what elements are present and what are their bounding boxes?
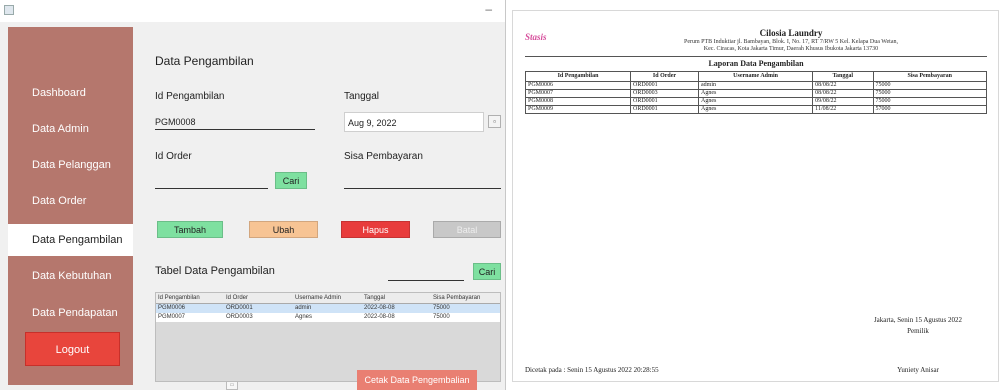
sidebar-item-data-admin[interactable]: Data Admin [8, 113, 133, 145]
app-window: – Dashboard Data Admin Data Pelanggan Da… [0, 0, 506, 390]
report-row: PGM0008 ORD0001 Agnes 09/08/22 75000 [524, 97, 988, 106]
report-table-header: Id Pengambilan Id Order Username Admin T… [524, 71, 988, 82]
table-search-field[interactable] [388, 265, 464, 281]
sisa-pembayaran-field[interactable] [344, 173, 501, 189]
report-cell: 08/08/22 [812, 89, 874, 98]
report-cell: ORD0001 [630, 81, 699, 90]
report-preview: Stasis Cilosia Laundry Perum PTB Indukti… [512, 10, 999, 382]
report-printed-at: Dicetak pada : Senin 15 Agustus 2022 20:… [525, 366, 659, 374]
report-column-header: Id Pengambilan [524, 71, 632, 82]
report-column-header: Username Admin [697, 71, 814, 82]
report-address-line: Kec. Ciracas, Kota Jakarta Timur, Daerah… [703, 46, 879, 52]
column-header[interactable]: Id Order [226, 294, 248, 303]
id-pengambilan-field[interactable]: PGM0008 [155, 114, 315, 130]
report-cell: PGM0008 [524, 97, 632, 106]
report-cell: ORD0001 [630, 97, 699, 106]
report-cell: Agnes [697, 89, 814, 98]
table-cell: PGM0006 [158, 305, 186, 311]
report-cell: 75000 [872, 81, 988, 90]
table-cell: 2022-08-08 [364, 314, 395, 320]
ubah-button[interactable]: Ubah [249, 221, 318, 238]
id-order-field[interactable] [155, 173, 268, 189]
report-row: PGM0006 ORD0001 admin 08/08/22 75000 [524, 81, 988, 90]
laundry-logo: Stasis [525, 32, 547, 42]
table-cari-button[interactable]: Cari [473, 263, 501, 280]
report-address-line: Perum PTB Induktiar jl. Bambayan, Blok. … [684, 39, 898, 45]
report-table: Id Pengambilan Id Order Username Admin T… [524, 71, 988, 114]
report-column-header: Sisa Pembayaran [872, 71, 988, 82]
report-cell: ORD0003 [630, 89, 699, 98]
sidebar-item-dashboard[interactable]: Dashboard [8, 77, 133, 109]
table-cell: ORD0001 [226, 305, 253, 311]
form-title: Data Pengambilan [155, 54, 254, 68]
sidebar-item-data-kebutuhan[interactable]: Data Kebutuhan [8, 260, 133, 292]
table-cell: ORD0003 [226, 314, 253, 320]
report-cell: admin [697, 81, 814, 90]
report-row: PGM0009 ORD0001 Agnes 11/08/22 57000 [524, 105, 988, 114]
id-pengambilan-label: Id Pengambilan [155, 91, 225, 102]
report-cell: 11/08/22 [812, 105, 874, 114]
report-cell: PGM0006 [524, 81, 632, 90]
report-cell: PGM0009 [524, 105, 632, 114]
report-place-date: Jakarta, Senin 15 Agustus 2022 [873, 316, 963, 324]
calendar-icon[interactable]: ▫ [488, 115, 501, 128]
title-bar: – [0, 0, 505, 22]
report-cell: 57000 [872, 105, 988, 114]
report-divider [525, 56, 987, 57]
report-column-header: Id Order [630, 71, 699, 82]
report-cell: 08/08/22 [812, 81, 874, 90]
table-title: Tabel Data Pengambilan [155, 265, 275, 277]
cari-order-button[interactable]: Cari [275, 172, 307, 189]
report-cell: 09/08/22 [812, 97, 874, 106]
table-cell: admin [295, 305, 312, 311]
cetak-data-button[interactable]: Cetak Data Pengembalian [357, 370, 477, 390]
table-header: Id Pengambilan Id Order Username Admin T… [156, 293, 500, 304]
report-cell: ORD0001 [630, 105, 699, 114]
table-cell: Agnes [295, 314, 313, 320]
sidebar-item-data-pengambilan[interactable]: Data Pengambilan [8, 224, 133, 256]
report-address: Perum PTB Induktiar jl. Bambayan, Blok. … [621, 39, 961, 53]
table-cell: 2022-08-08 [364, 305, 395, 311]
column-header[interactable]: Tanggal [364, 294, 385, 303]
report-row: PGM0007 ORD0003 Agnes 08/08/22 75000 [524, 89, 988, 98]
report-signer-role: Pemilik [907, 327, 929, 335]
id-order-label: Id Order [155, 151, 192, 162]
sisa-pembayaran-label: Sisa Pembayaran [344, 151, 423, 162]
minimize-button[interactable]: – [485, 2, 492, 16]
report-cell: 75000 [872, 89, 988, 98]
table-cell: 75000 [433, 314, 450, 320]
report-cell: Agnes [697, 97, 814, 106]
report-cell: Agnes [697, 105, 814, 114]
java-app-icon [4, 5, 14, 15]
report-signer-name: Yuniety Anisar [897, 366, 939, 374]
tambah-button[interactable]: Tambah [157, 221, 223, 238]
table-row[interactable]: PGM0007 ORD0003 Agnes 2022-08-08 75000 [156, 313, 500, 322]
logout-button[interactable]: Logout [25, 332, 120, 366]
table-row[interactable]: PGM0006 ORD0001 admin 2022-08-08 75000 [156, 304, 500, 313]
column-header[interactable]: Sisa Pembayaran [433, 294, 480, 303]
tanggal-label: Tanggal [344, 91, 380, 102]
batal-button[interactable]: Batal [433, 221, 501, 238]
table-cell: 75000 [433, 305, 450, 311]
report-column-header: Tanggal [812, 71, 874, 82]
column-header[interactable]: Id Pengambilan [158, 294, 200, 303]
report-cell: 75000 [872, 97, 988, 106]
resize-handle-icon[interactable]: ▭ [226, 381, 238, 390]
sidebar-item-data-pelanggan[interactable]: Data Pelanggan [8, 149, 133, 181]
sidebar-item-data-pendapatan[interactable]: Data Pendapatan [8, 297, 133, 329]
main-panel: Data Pengambilan Id Pengambilan PGM0008 … [133, 22, 505, 390]
report-cell: PGM0007 [524, 89, 632, 98]
tanggal-date-field[interactable]: Aug 9, 2022 [344, 112, 484, 132]
report-company-name: Cilosia Laundry [759, 28, 823, 38]
report-title: Laporan Data Pengambilan [708, 59, 804, 68]
sidebar: Dashboard Data Admin Data Pelanggan Data… [8, 27, 133, 385]
hapus-button[interactable]: Hapus [341, 221, 410, 238]
table-cell: PGM0007 [158, 314, 186, 320]
pengambilan-table[interactable]: Id Pengambilan Id Order Username Admin T… [155, 292, 501, 382]
column-header[interactable]: Username Admin [295, 294, 341, 303]
sidebar-item-data-order[interactable]: Data Order [8, 185, 133, 217]
